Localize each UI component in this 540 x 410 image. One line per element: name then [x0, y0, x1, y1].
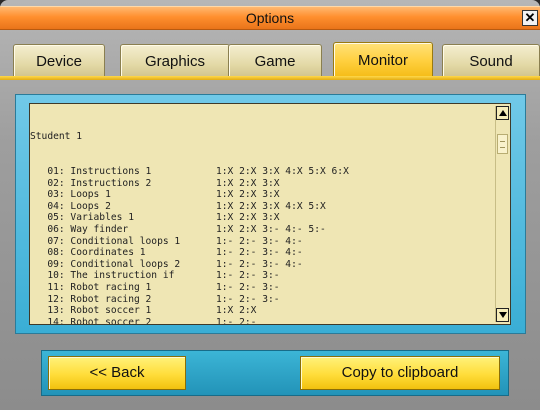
row-results: 1:- 2:- 3:- 4:- — [216, 235, 303, 247]
tab-monitor[interactable]: Monitor — [333, 42, 433, 78]
row-results: 1:- 2:- 3:- — [216, 293, 280, 305]
monitor-row: 14: Robot soccer 2 1:- 2:- — [30, 316, 492, 325]
monitor-row: 03: Loops 1 1:X 2:X 3:X — [30, 189, 492, 201]
scroll-thumb[interactable] — [497, 134, 508, 154]
monitor-row: 13: Robot soccer 1 1:X 2:X — [30, 305, 492, 317]
row-results: 1:- 2:- — [216, 316, 257, 325]
row-exercise-name: 06: Way finder — [30, 223, 129, 235]
monitor-row: 09: Conditional loops 2 1:- 2:- 3:- 4:- — [30, 259, 492, 271]
row-results: 1:- 2:- 3:- 4:- — [216, 258, 303, 270]
vertical-scrollbar[interactable] — [495, 106, 509, 322]
row-results: 1:X 2:X 3:X — [216, 189, 280, 201]
monitor-textarea[interactable]: Student 1 01: Instructions 1 1:X 2:X 3:X … — [29, 103, 511, 325]
row-results: 1:X 2:X — [216, 305, 257, 317]
row-results: 1:X 2:X 3:X 4:X 5:X — [216, 200, 326, 212]
monitor-row: 07: Conditional loops 1 1:- 2:- 3:- 4:- — [30, 236, 492, 248]
monitor-row: 10: The instruction if 1:- 2:- 3:- — [30, 270, 492, 282]
window-title: Options — [245, 10, 295, 26]
row-exercise-name: 09: Conditional loops 2 — [30, 258, 181, 270]
tab-game[interactable]: Game — [228, 44, 322, 78]
tab-graphics[interactable]: Graphics — [120, 44, 230, 78]
monitor-text: Student 1 01: Instructions 1 1:X 2:X 3:X … — [30, 108, 492, 325]
close-button[interactable]: ✕ — [522, 10, 538, 26]
close-icon: ✕ — [524, 10, 536, 25]
row-exercise-name: 07: Conditional loops 1 — [30, 235, 181, 247]
scroll-up-arrow-icon[interactable] — [496, 106, 509, 120]
options-window: Options ✕ Device Graphics Game Monitor S… — [0, 0, 540, 410]
monitor-row: 02: Instructions 2 1:X 2:X 3:X — [30, 178, 492, 190]
tab-device[interactable]: Device — [13, 44, 105, 78]
scroll-down-arrow-icon[interactable] — [496, 308, 509, 322]
button-bar: << Back Copy to clipboard — [41, 350, 509, 396]
row-results: 1:- 2:- 3:- — [216, 281, 280, 293]
row-exercise-name: 05: Variables 1 — [30, 212, 134, 224]
monitor-row: 01: Instructions 1 1:X 2:X 3:X 4:X 5:X 6:… — [30, 166, 492, 178]
monitor-panel: Student 1 01: Instructions 1 1:X 2:X 3:X … — [15, 94, 526, 334]
monitor-row: 08: Coordinates 1 1:- 2:- 3:- 4:- — [30, 247, 492, 259]
monitor-row: 11: Robot racing 1 1:- 2:- 3:- — [30, 282, 492, 294]
monitor-row: 12: Robot racing 2 1:- 2:- 3:- — [30, 294, 492, 306]
row-exercise-name: 08: Coordinates 1 — [30, 247, 146, 259]
tab-underline — [0, 76, 540, 80]
student-header: Student 1 — [30, 131, 82, 143]
row-exercise-name: 03: Loops 1 — [30, 189, 111, 201]
tab-sound[interactable]: Sound — [442, 44, 540, 78]
monitor-row: 05: Variables 1 1:X 2:X 3:X — [30, 212, 492, 224]
row-exercise-name: 12: Robot racing 2 — [30, 293, 152, 305]
row-exercise-name: 02: Instructions 2 — [30, 177, 152, 189]
title-bar[interactable]: Options ✕ — [0, 6, 540, 30]
row-exercise-name: 14: Robot soccer 2 — [30, 316, 152, 325]
row-results: 1:- 2:- 3:- — [216, 270, 280, 282]
back-button[interactable]: << Back — [48, 356, 186, 390]
copy-to-clipboard-button[interactable]: Copy to clipboard — [300, 356, 500, 390]
row-results: 1:X 2:X 3:X 4:X 5:X 6:X — [216, 165, 349, 177]
row-exercise-name: 13: Robot soccer 1 — [30, 305, 152, 317]
row-results: 1:X 2:X 3:X — [216, 212, 280, 224]
row-exercise-name: 01: Instructions 1 — [30, 165, 152, 177]
row-results: 1:- 2:- 3:- 4:- — [216, 247, 303, 259]
tab-bar: Device Graphics Game Monitor Sound — [8, 42, 540, 78]
monitor-row: 06: Way finder 1:X 2:X 3:- 4:- 5:- — [30, 224, 492, 236]
row-exercise-name: 04: Loops 2 — [30, 200, 111, 212]
row-results: 1:X 2:X 3:X — [216, 177, 280, 189]
row-exercise-name: 10: The instruction if — [30, 270, 175, 282]
row-results: 1:X 2:X 3:- 4:- 5:- — [216, 223, 326, 235]
row-exercise-name: 11: Robot racing 1 — [30, 281, 152, 293]
monitor-row: 04: Loops 2 1:X 2:X 3:X 4:X 5:X — [30, 201, 492, 213]
